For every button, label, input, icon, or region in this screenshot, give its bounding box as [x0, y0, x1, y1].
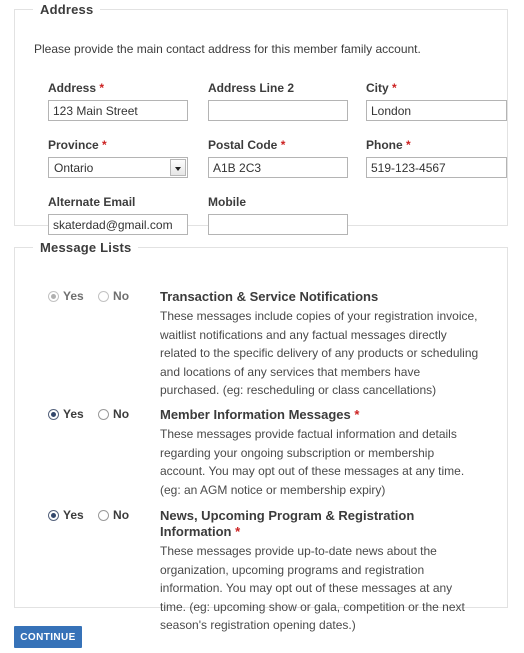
city-input[interactable]	[366, 100, 507, 121]
address-intro-text: Please provide the main contact address …	[34, 42, 421, 56]
field-phone: Phone *	[366, 138, 507, 178]
radio-selected-icon[interactable]	[48, 510, 59, 521]
radio-selected-icon[interactable]	[48, 409, 59, 420]
province-selected-value: Ontario	[54, 161, 94, 175]
label-city: City *	[366, 81, 507, 95]
label-province: Province *	[48, 138, 188, 152]
label-mobile-text: Mobile	[208, 195, 246, 209]
radio-no-label: No	[113, 289, 130, 303]
label-city-text: City	[366, 81, 389, 95]
transaction-notifications-text: Transaction & Service Notifications Thes…	[160, 289, 480, 400]
radio-unselected-icon[interactable]	[98, 291, 110, 302]
message-title-text: Member Information Messages	[160, 407, 351, 422]
news-registration-text: News, Upcoming Program & Registration In…	[160, 508, 480, 635]
transaction-notifications-yes-option[interactable]: Yes	[48, 289, 84, 303]
mobile-input[interactable]	[208, 214, 348, 235]
label-alternate-email-text: Alternate Email	[48, 195, 136, 209]
label-postal-code: Postal Code *	[208, 138, 348, 152]
message-title-text: News, Upcoming Program & Registration In…	[160, 508, 415, 539]
field-mobile: Mobile	[208, 195, 348, 235]
message-title: Member Information Messages *	[160, 407, 480, 423]
required-asterisk: *	[102, 138, 107, 152]
alternate-email-input[interactable]	[48, 214, 188, 235]
required-asterisk: *	[392, 81, 397, 95]
required-asterisk: *	[235, 524, 241, 539]
transaction-notifications-no-option[interactable]: No	[98, 289, 129, 303]
member-information-yes-option[interactable]: Yes	[48, 407, 84, 421]
member-information-no-option[interactable]: No	[98, 407, 129, 421]
member-information-radio-group[interactable]: Yes No	[48, 407, 148, 421]
message-title: News, Upcoming Program & Registration In…	[160, 508, 480, 540]
required-asterisk: *	[280, 138, 286, 152]
radio-unselected-icon[interactable]	[98, 510, 110, 521]
transaction-notifications-radio-group[interactable]: Yes No	[48, 289, 148, 303]
required-asterisk: *	[354, 407, 360, 422]
registration-form-page: Address Please provide the main contact …	[0, 0, 524, 653]
field-address-line-2: Address Line 2	[208, 81, 348, 121]
news-registration-yes-option[interactable]: Yes	[48, 508, 84, 522]
radio-selected-icon[interactable]	[48, 291, 59, 302]
required-asterisk: *	[99, 81, 105, 95]
province-select[interactable]: Ontario	[48, 157, 188, 178]
radio-yes-label: Yes	[63, 289, 84, 303]
field-postal-code: Postal Code *	[208, 138, 348, 178]
message-description: These messages provide up-to-date news a…	[160, 544, 465, 632]
radio-no-label: No	[113, 508, 130, 522]
label-phone: Phone *	[366, 138, 507, 152]
address-legend: Address	[40, 2, 94, 17]
field-city: City *	[366, 81, 507, 121]
label-address-text: Address	[48, 81, 97, 95]
postal-code-input[interactable]	[208, 157, 348, 178]
radio-no-label: No	[113, 407, 130, 421]
field-address: Address *	[48, 81, 188, 121]
message-lists-fieldset: Message Lists Yes No Transaction & Servi…	[14, 240, 508, 632]
label-alternate-email: Alternate Email	[48, 195, 188, 209]
label-postal-code-text: Postal Code	[208, 138, 278, 152]
label-province-text: Province	[48, 138, 99, 152]
radio-yes-label: Yes	[63, 407, 84, 421]
field-province: Province * Ontario	[48, 138, 188, 178]
required-asterisk: *	[406, 138, 411, 152]
label-address-line-2: Address Line 2	[208, 81, 348, 95]
chevron-down-icon[interactable]	[170, 159, 186, 176]
radio-yes-label: Yes	[63, 508, 84, 522]
label-address-line-2-text: Address Line 2	[208, 81, 295, 95]
news-registration-no-option[interactable]: No	[98, 508, 129, 522]
message-title: Transaction & Service Notifications	[160, 289, 480, 305]
message-description: These messages include copies of your re…	[160, 309, 479, 397]
message-description: These messages provide factual informati…	[160, 427, 465, 497]
address-line-2-input[interactable]	[208, 100, 348, 121]
continue-button[interactable]: CONTINUE	[14, 626, 82, 648]
label-mobile: Mobile	[208, 195, 348, 209]
label-address: Address *	[48, 81, 188, 95]
member-information-text: Member Information Messages * These mess…	[160, 407, 480, 499]
label-phone-text: Phone	[366, 138, 403, 152]
message-title-text: Transaction & Service Notifications	[160, 289, 379, 304]
field-alternate-email: Alternate Email	[48, 195, 188, 235]
address-input[interactable]	[48, 100, 188, 121]
radio-unselected-icon[interactable]	[98, 409, 110, 420]
address-fieldset: Address Please provide the main contact …	[14, 2, 508, 235]
phone-input[interactable]	[366, 157, 507, 178]
news-registration-radio-group[interactable]: Yes No	[48, 508, 148, 522]
message-lists-legend: Message Lists	[40, 240, 132, 255]
